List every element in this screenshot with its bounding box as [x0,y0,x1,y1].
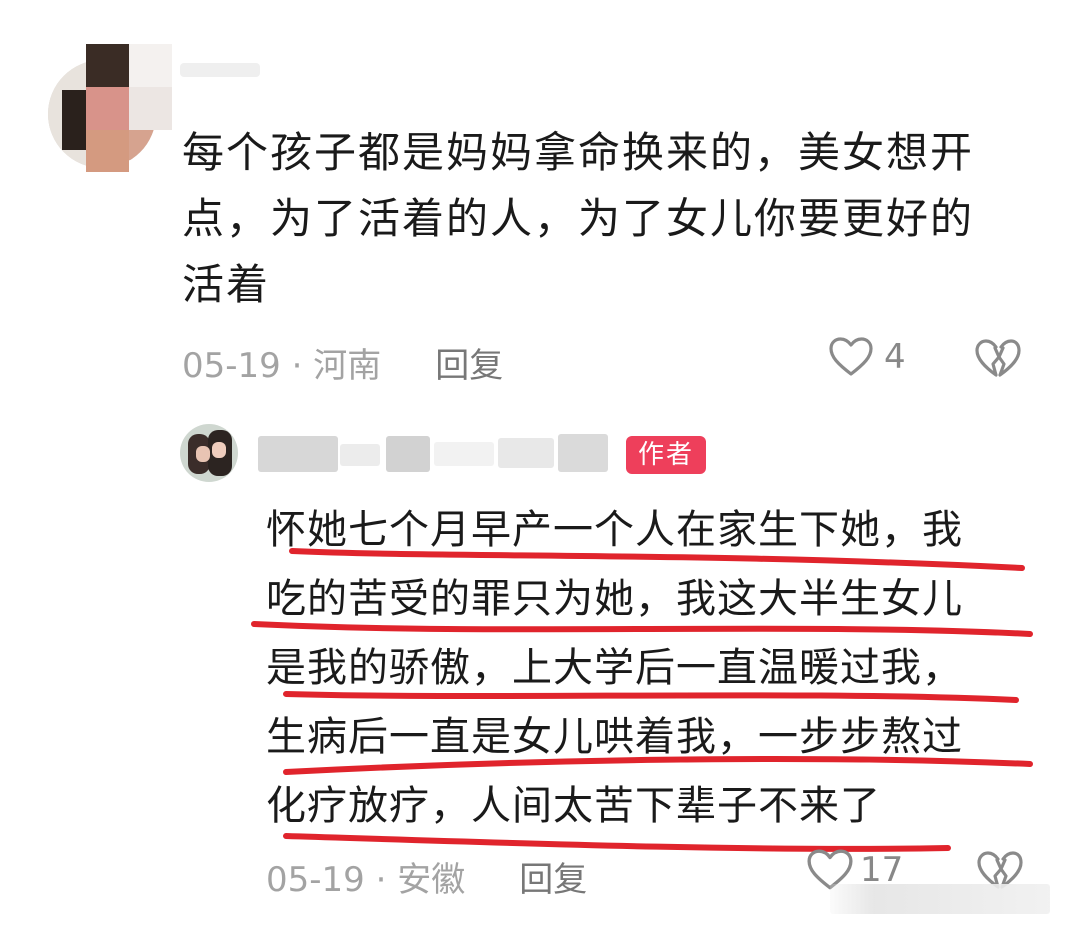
heart-outline-icon [829,337,873,376]
reply-button[interactable]: 回复 [519,852,587,901]
comment-date-location: 05-19 · 河南 [182,346,382,386]
comment-text-line: 活着 [182,260,271,309]
reply-text-line: 是我的骄傲，上大学后一直温暖过我， [266,645,963,691]
reply-button[interactable]: 回复 [435,338,503,387]
reply-text: 怀她七个月早产一个人在家生下她，我 吃的苦受的罪只为她，我这大半生女儿 是我的骄… [266,496,1046,841]
author-badge: 作者 [626,436,707,474]
author-avatar[interactable] [180,424,238,482]
reply-date-location: 05-19 · 安徽 [266,860,466,900]
dislike-button[interactable] [974,338,1022,384]
reply-text-line: 怀她七个月早产一个人在家生下她，我 [266,507,963,553]
username-blurred[interactable] [180,63,260,77]
comment-text: 每个孩子都是妈妈拿命换来的，美女想开 点，为了活着的人，为了女儿你要更好的 活着 [182,120,1012,318]
comment-text-line: 每个孩子都是妈妈拿命换来的，美女想开 [182,128,975,177]
author-name-blurred[interactable] [258,432,608,474]
mosaic-blur [86,44,172,172]
reply-meta: 05-19 · 安徽 回复 [266,852,587,901]
watermark-blurred [830,884,1050,914]
broken-heart-icon [975,339,1021,377]
like-button[interactable]: 4 [828,336,906,378]
reply-text-line: 化疗放疗，人间太苦下辈子不来了 [266,783,881,829]
comment-text-line: 点，为了活着的人，为了女儿你要更好的 [182,194,975,243]
reply-text-line: 生病后一直是女儿哄着我，一步步熬过 [266,714,963,760]
like-count: 4 [884,337,906,377]
comment-meta: 05-19 · 河南 回复 [182,338,503,387]
reply-text-line: 吃的苦受的罪只为她，我这大半生女儿 [266,576,963,622]
